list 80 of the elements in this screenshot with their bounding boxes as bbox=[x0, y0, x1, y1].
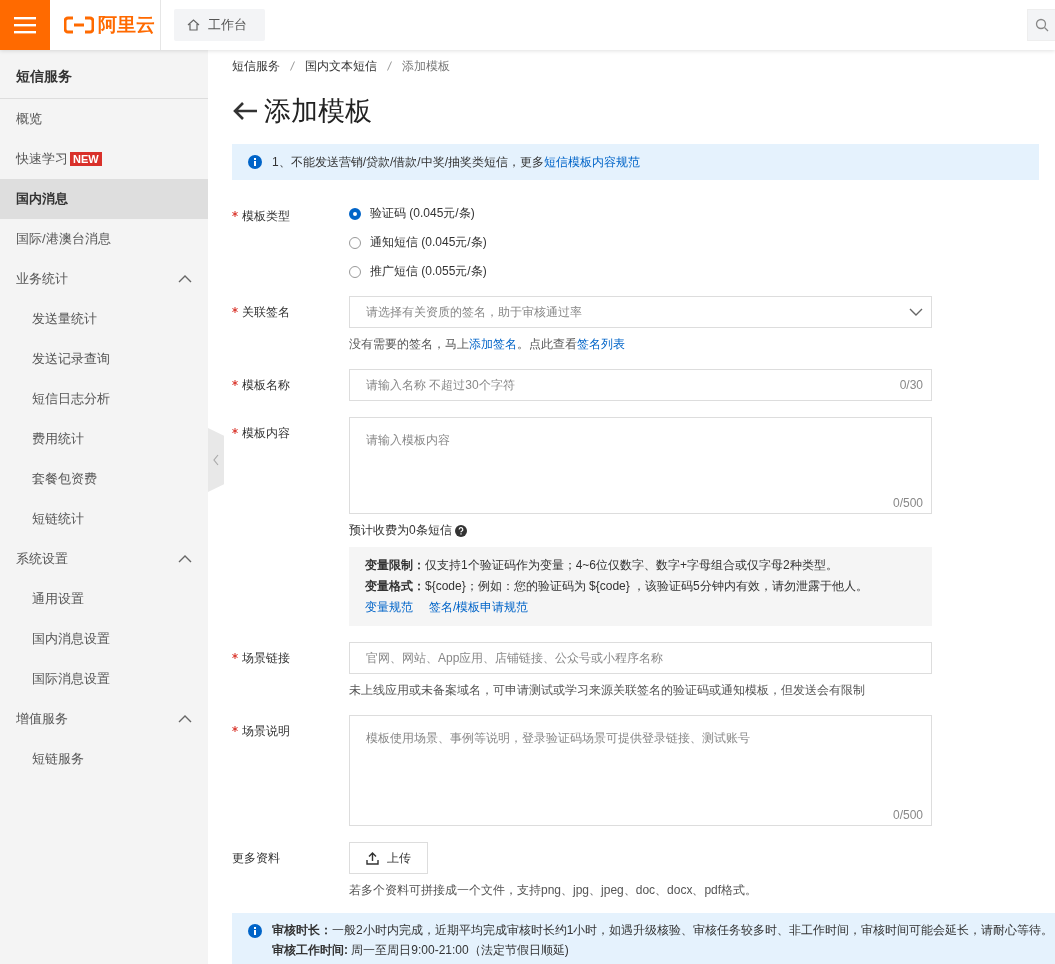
upload-button[interactable]: 上传 bbox=[349, 842, 428, 874]
text-input[interactable]: 官网、网站、App应用、店铺链接、公众号或小程序名称 bbox=[350, 643, 931, 673]
sidebar-item[interactable]: 概览 bbox=[16, 110, 42, 128]
sidebar-group[interactable]: 系统设置 bbox=[16, 550, 68, 568]
breadcrumb-link[interactable]: 国内文本短信 bbox=[305, 57, 377, 75]
info-icon bbox=[248, 924, 262, 938]
logo-text: 阿里云 bbox=[98, 13, 155, 37]
tip-text: 变量限制：仅支持1个验证码作为变量；4~6位仅数字、数字+字母组合或仅字母2种类型。 bbox=[365, 557, 839, 574]
signature-select[interactable]: 请选择有关资质的签名，助于审核通过率 bbox=[349, 296, 932, 328]
radio-button[interactable] bbox=[349, 207, 361, 220]
sidebar-subitem[interactable]: 通用设置 bbox=[32, 590, 84, 608]
sidebar-title: 短信服务 bbox=[0, 50, 208, 99]
help-text: 若多个资料可拼接成一个文件，支持png、jpg、jpeg、doc、docx、pdf格式。 bbox=[349, 882, 759, 899]
sidebar-item[interactable]: 快速学习 bbox=[16, 150, 68, 168]
radio-label: 验证码 (0.045元/条) bbox=[370, 205, 475, 222]
search-button[interactable] bbox=[1027, 9, 1055, 41]
field-label: 关联签名 bbox=[242, 304, 290, 321]
chevron-left-icon bbox=[213, 454, 219, 466]
sidebar-group[interactable]: 增值服务 bbox=[16, 710, 68, 728]
sidebar-subitem[interactable]: 国际消息设置 bbox=[32, 670, 110, 688]
help-link[interactable]: 签名列表 bbox=[577, 337, 625, 351]
help-icon[interactable] bbox=[454, 524, 467, 537]
new-badge: NEW bbox=[70, 152, 102, 166]
logo-icon bbox=[64, 16, 94, 34]
sidebar-subitem[interactable]: 短链统计 bbox=[32, 510, 84, 528]
breadcrumb-link[interactable]: 添加模板 bbox=[402, 57, 450, 75]
home-icon bbox=[187, 19, 200, 31]
field-label: 更多资料 bbox=[232, 850, 280, 867]
sidebar-subitem[interactable]: 短链服务 bbox=[32, 750, 84, 768]
estimate-text: 预计收费为0条短信 bbox=[349, 522, 452, 539]
collapse-handle[interactable] bbox=[208, 428, 224, 492]
back-arrow-icon[interactable] bbox=[232, 101, 258, 121]
rules-link[interactable]: 签名/模板申请规范 bbox=[429, 599, 529, 616]
sidebar-subitem[interactable]: 套餐包资费 bbox=[32, 470, 97, 488]
radio-button[interactable] bbox=[349, 265, 361, 278]
breadcrumb-link[interactable]: 短信服务 bbox=[232, 57, 280, 75]
search-icon bbox=[1035, 18, 1049, 32]
page-title: 添加模板 bbox=[264, 95, 372, 128]
radio-option[interactable]: 通知短信 (0.045元/条) bbox=[349, 234, 932, 251]
help-text: 未上线应用或未备案域名，可申请测试或学习来源关联签名的验证码或通知模板，但发送会有限制 bbox=[349, 682, 866, 699]
sidebar-subitem[interactable]: 短信日志分析 bbox=[32, 390, 110, 408]
upload-icon bbox=[366, 851, 379, 865]
tip-text: 变量格式：${code}；例如：您的验证码为 ${code} ，该验证码5分钟内有效，请勿泄露于他人。 bbox=[365, 578, 869, 595]
help-link[interactable]: 添加签名 bbox=[469, 337, 517, 351]
workbench-button[interactable]: 工作台 bbox=[174, 9, 265, 41]
sidebar-subitem[interactable]: 发送量统计 bbox=[32, 310, 97, 328]
radio-label: 推广短信 (0.055元/条) bbox=[370, 263, 487, 280]
sidebar-group[interactable]: 业务统计 bbox=[16, 270, 68, 288]
char-counter: 0/500 bbox=[892, 496, 923, 510]
menu-button[interactable] bbox=[0, 0, 50, 50]
content-rules-link[interactable]: 短信模板内容规范 bbox=[544, 154, 640, 169]
radio-label: 通知短信 (0.045元/条) bbox=[370, 234, 487, 251]
sidebar-item[interactable]: 国内消息 bbox=[16, 190, 68, 208]
sidebar-subitem[interactable]: 国内消息设置 bbox=[32, 630, 110, 648]
chevron-down-icon bbox=[909, 308, 923, 316]
field-label: 场景链接 bbox=[242, 650, 290, 667]
sidebar-subitem[interactable]: 费用统计 bbox=[32, 430, 84, 448]
sidebar-subitem[interactable]: 发送记录查询 bbox=[32, 350, 110, 368]
rules-link[interactable]: 变量规范 bbox=[365, 599, 413, 616]
info-icon bbox=[248, 155, 262, 169]
help-text: 没有需要的签名，马上添加签名。点此查看签名列表 bbox=[349, 336, 626, 353]
char-counter: 0/30 bbox=[899, 378, 923, 392]
radio-option[interactable]: 推广短信 (0.055元/条) bbox=[349, 263, 932, 280]
notice-text: 1、不能发送营销/贷款/借款/中奖/抽奖类短信，更多短信模板内容规范 bbox=[272, 153, 640, 171]
chevron-up-icon[interactable] bbox=[178, 555, 192, 563]
chevron-up-icon[interactable] bbox=[178, 715, 192, 723]
sidebar-item[interactable]: 国际/港澳台消息 bbox=[16, 230, 111, 248]
radio-button[interactable] bbox=[349, 236, 361, 249]
field-label: 模板名称 bbox=[242, 377, 290, 394]
field-label: 模板类型 bbox=[242, 208, 290, 225]
breadcrumb-separator-icon bbox=[290, 61, 295, 71]
review-text: 审核时长：一般2小时内完成，近期平均完成审核时长约1小时，如遇升级核验、审核任务较多时、非工作时间，审核时间可能会延长，请耐心等待。 bbox=[272, 922, 1054, 939]
menu-icon bbox=[14, 16, 36, 34]
breadcrumb-separator-icon bbox=[387, 61, 392, 71]
field-label: 模板内容 bbox=[242, 425, 290, 442]
radio-option[interactable]: 验证码 (0.045元/条) bbox=[349, 205, 932, 222]
review-text: 审核工作时间: 周一至周日9:00-21:00（法定节假日顺延) bbox=[272, 942, 570, 959]
field-label: 场景说明 bbox=[242, 723, 290, 740]
chevron-up-icon[interactable] bbox=[178, 275, 192, 283]
char-counter: 0/500 bbox=[892, 808, 923, 822]
